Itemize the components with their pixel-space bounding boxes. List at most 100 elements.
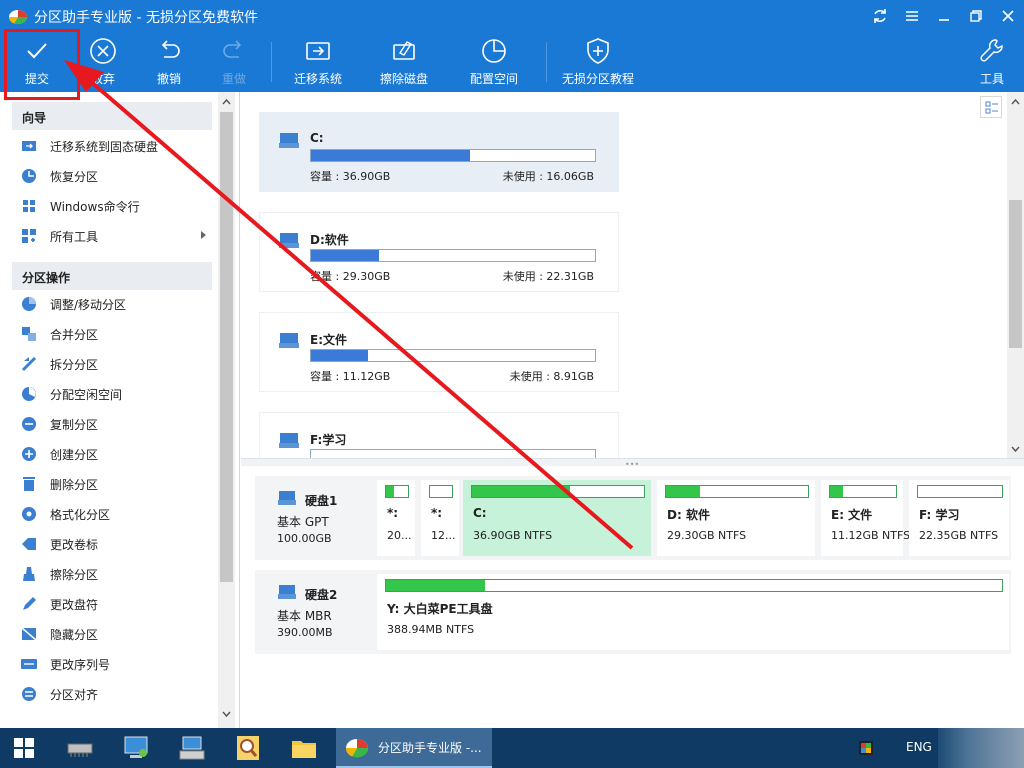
volume-card[interactable]: E:文件 容量 : 11.12GB 未使用 : 8.91GB (259, 312, 619, 392)
view-toggle-button[interactable] (980, 96, 1002, 118)
volume-usage-fill (311, 350, 368, 361)
taskbar-explorer-app[interactable] (276, 728, 332, 768)
sidebar-item-label: 更改卷标 (50, 537, 99, 552)
wizard-section-title: 向导 (12, 102, 212, 130)
pane-splitter[interactable]: ••• (241, 458, 1024, 469)
wipe-disk-icon (393, 41, 415, 60)
taskbar-keyboard-app[interactable] (164, 728, 220, 768)
menu-button[interactable] (896, 0, 928, 32)
volume-usage-bar (310, 349, 596, 362)
sidebar-item[interactable]: 合并分区 (20, 322, 210, 346)
tray-clock-area[interactable] (938, 728, 1024, 768)
taskbar-search-app[interactable] (220, 728, 276, 768)
sidebar-item[interactable]: Windows命令行 (20, 194, 210, 218)
sidebar-item[interactable]: 分区对齐 (20, 682, 210, 706)
taskbar-active-app[interactable]: 分区助手专业版 -... (336, 728, 492, 768)
partition-block[interactable]: Y: 大白菜PE工具盘 388.94MB NTFS (377, 574, 1009, 650)
change-letter-icon (23, 597, 36, 610)
minimize-button[interactable] (928, 0, 960, 32)
taskbar: 分区助手专业版 -... ENG (0, 728, 1024, 768)
migrate-ssd-icon (22, 141, 36, 151)
wipe-disk-button[interactable]: 擦除磁盘 (374, 34, 434, 90)
toolbar-divider (546, 42, 547, 82)
disk-info[interactable]: 硬盘2 基本 MBR 390.00MB (255, 570, 363, 654)
close-button[interactable] (992, 0, 1024, 32)
partition-block[interactable]: C: 36.90GB NTFS (463, 480, 651, 556)
tutorial-button[interactable]: 无损分区教程 (558, 34, 638, 90)
sidebar-item-label: 迁移系统到固态硬盘 (50, 139, 159, 154)
restore-button[interactable] (960, 0, 992, 32)
partition-usage-bar (471, 485, 645, 498)
sidebar-item[interactable]: 更改卷标 (20, 532, 210, 556)
partition-description: 29.30GB NTFS (667, 529, 747, 542)
discard-button[interactable]: 放弃 (82, 34, 124, 90)
wipe-partition-icon (23, 567, 35, 581)
allocate-space-button[interactable]: 配置空间 (464, 34, 524, 90)
sidebar-item[interactable]: 复制分区 (20, 412, 210, 436)
sidebar-item-label: 恢复分区 (50, 169, 99, 184)
sidebar-item[interactable]: 隐藏分区 (20, 622, 210, 646)
sidebar-item-label: 所有工具 (50, 229, 99, 244)
tools-button[interactable]: 工具 (974, 34, 1010, 90)
partition-block[interactable]: *: 20... (377, 480, 415, 556)
disk-row[interactable]: 硬盘1 基本 GPT 100.00GB *: 20... *: 12... C: 36.90GB… (255, 476, 1011, 560)
scroll-down-icon[interactable] (1011, 444, 1020, 453)
volume-list-scroll-thumb[interactable] (1009, 200, 1022, 348)
list-view-icon (985, 101, 998, 114)
redo-icon (223, 40, 242, 58)
sidebar-item[interactable]: 拆分分区 (20, 352, 210, 376)
sidebar-item-label: 擦除分区 (50, 567, 99, 582)
scroll-down-icon[interactable] (222, 709, 231, 718)
volume-capacity: 容量 : 11.12GB (310, 370, 391, 383)
sidebar-item[interactable]: 删除分区 (20, 472, 210, 496)
volume-name: E:文件 (310, 333, 347, 347)
sidebar-item[interactable]: 更改盘符 (20, 592, 210, 616)
sidebar: 向导 迁移系统到固态硬盘 恢复分区 Windows命令行 所有工具 分区操作 调整/移… (0, 92, 240, 728)
sidebar-item[interactable]: 擦除分区 (20, 562, 210, 586)
drive-icon (279, 133, 299, 148)
partition-description: 36.90GB NTFS (473, 529, 553, 542)
scroll-up-icon[interactable] (1011, 98, 1020, 107)
partition-block[interactable]: D: 软件 29.30GB NTFS (657, 480, 815, 556)
partition-block[interactable]: E: 文件 11.12GB NTFS (821, 480, 910, 556)
sidebar-item[interactable]: 格式化分区 (20, 502, 210, 526)
disk-info[interactable]: 硬盘1 基本 GPT 100.00GB (255, 476, 363, 560)
partition-name: C: (473, 506, 487, 520)
sidebar-scroll-thumb[interactable] (220, 112, 233, 582)
undo-icon (161, 40, 180, 58)
migrate-system-button[interactable]: 迁移系统 (288, 34, 348, 90)
volume-card[interactable]: D:软件 容量 : 29.30GB 未使用 : 22.31GB (259, 212, 619, 292)
sidebar-item[interactable]: 创建分区 (20, 442, 210, 466)
sidebar-item[interactable]: 调整/移动分区 (20, 292, 210, 316)
sidebar-item[interactable]: 恢复分区 (20, 164, 210, 188)
taskbar-computer-app[interactable] (108, 728, 164, 768)
partition-usage-fill (830, 486, 844, 497)
redo-button[interactable]: 重做 (213, 34, 255, 90)
copy-partition-icon (22, 417, 36, 431)
start-button[interactable] (0, 728, 48, 768)
sidebar-item[interactable]: 所有工具 (20, 224, 210, 248)
sidebar-scrollbar[interactable] (218, 92, 235, 728)
partition-usage-bar (917, 485, 1003, 498)
disk-name: 硬盘2 (305, 588, 338, 602)
sidebar-item[interactable]: 更改序列号 (20, 652, 210, 676)
sidebar-item[interactable]: 分配空闲空间 (20, 382, 210, 406)
disk-row[interactable]: 硬盘2 基本 MBR 390.00MB Y: 大白菜PE工具盘 388.94MB NTF… (255, 570, 1011, 654)
language-indicator[interactable]: ENG (906, 740, 932, 754)
memory-chip-icon (67, 743, 93, 757)
sidebar-item-label: 分配空闲空间 (50, 387, 123, 402)
taskbar-memory-app[interactable] (52, 728, 108, 768)
window-controls (864, 0, 1024, 32)
undo-button[interactable]: 撤销 (148, 34, 190, 90)
partition-block[interactable]: *: 12... (421, 480, 459, 556)
partition-name: F: 学习 (919, 508, 960, 522)
volume-free-space: 未使用 : 16.06GB (502, 170, 594, 183)
scroll-up-icon[interactable] (222, 98, 231, 107)
volume-card[interactable]: C: 容量 : 36.90GB 未使用 : 16.06GB (259, 112, 619, 192)
input-method-icon[interactable] (858, 740, 874, 756)
sidebar-item[interactable]: 迁移系统到固态硬盘 (20, 134, 210, 158)
refresh-button[interactable] (864, 0, 896, 32)
partition-block[interactable]: F: 学习 22.35GB NTFS (909, 480, 1009, 556)
volume-list-scrollbar[interactable] (1007, 92, 1024, 458)
close-icon (1002, 10, 1014, 22)
